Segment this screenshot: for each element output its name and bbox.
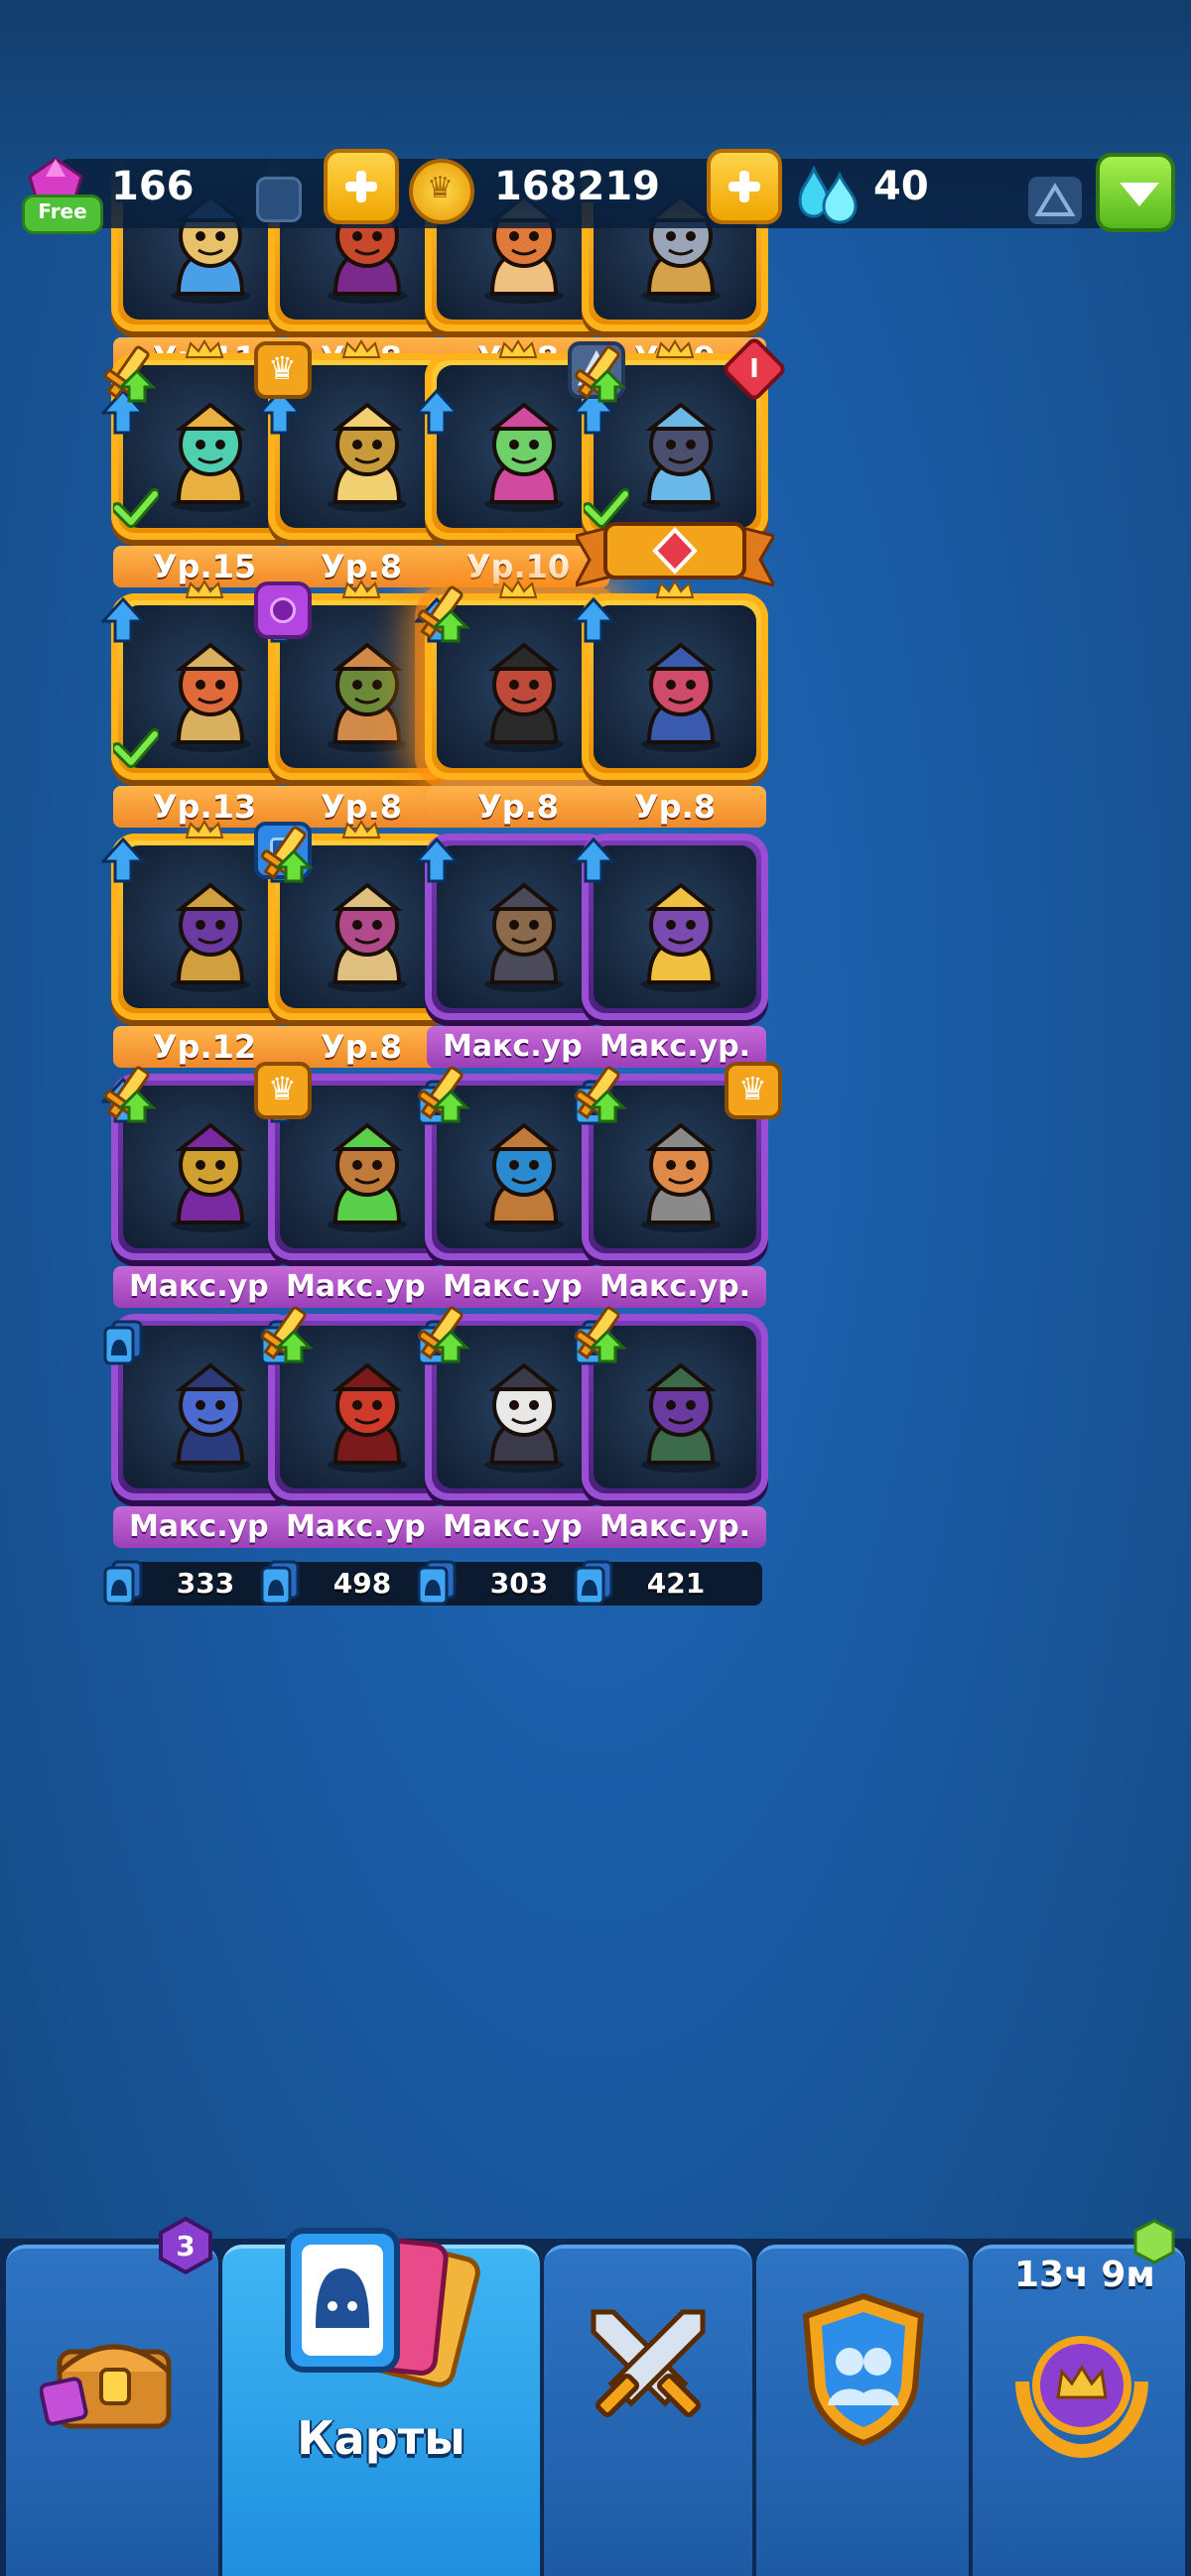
crown-icon (341, 580, 381, 598)
crystal-drops-icon (798, 165, 858, 224)
sword-upgrade-icon (104, 1066, 157, 1123)
sword-upgrade-icon (104, 345, 157, 403)
genie-icon (171, 402, 250, 512)
season-icon (1015, 2336, 1148, 2459)
crown-icon (341, 820, 381, 838)
frost-golem-icon (484, 1122, 564, 1232)
totem-icon (328, 1122, 407, 1232)
card-stack-icon (260, 1560, 300, 1606)
crown-badge-icon (254, 1062, 312, 1119)
add-gems-button[interactable] (324, 149, 399, 224)
drops-count: 40 (873, 164, 929, 209)
progress-text: 421 (646, 1567, 706, 1600)
crown-icon (341, 339, 381, 358)
card-stack-icon (103, 1560, 143, 1606)
sword-upgrade-icon (418, 1066, 470, 1123)
coins-count: 168219 (494, 164, 660, 209)
circle-badge-icon (254, 581, 312, 639)
gargoyle-icon (171, 1362, 250, 1473)
hero-card[interactable]: Макс.ур. 421 (574, 1306, 774, 1627)
upgrade-arrow-icon (415, 388, 459, 435)
crown-icon (498, 580, 538, 598)
upgrade-arrow-icon (572, 596, 615, 643)
sword-upgrade-icon (418, 1306, 470, 1363)
chest-icon (40, 2344, 172, 2429)
shaman-icon (328, 642, 407, 752)
witch-icon (171, 882, 250, 992)
crown-icon (498, 339, 538, 358)
chevron-down-icon (1120, 183, 1159, 206)
battle-icon (591, 2309, 706, 2418)
coin-icon (409, 159, 474, 224)
voodoo-icon (328, 882, 407, 992)
card-stack-icon (417, 1560, 457, 1606)
executioner-icon (328, 1362, 407, 1473)
card-stack-icon (103, 1320, 143, 1365)
skull-jester-icon (484, 1362, 564, 1473)
dropdown-button[interactable] (1096, 153, 1175, 232)
cards-grid: Ур.111/4 Ур.80/2 Ур.80/2 Ур.92/3 Ур.150/… (0, 0, 1191, 2253)
crown-badge-icon (254, 341, 312, 399)
crown-badge-icon (725, 1062, 782, 1119)
jester-star-icon (641, 642, 721, 752)
chest-notification-badge: 3 (159, 2217, 212, 2274)
upgrade-arrow-icon (101, 837, 145, 883)
plague-doctor-icon (641, 1362, 721, 1473)
crown-icon (655, 339, 695, 358)
upgrade-arrow-icon (415, 837, 459, 883)
free-badge[interactable]: Free (22, 194, 103, 234)
gem-slot-icon (256, 177, 302, 222)
engineer-icon (641, 402, 721, 512)
season-new-badge-icon (1133, 2219, 1175, 2264)
timekeeper-icon (328, 402, 407, 512)
sword-upgrade-icon (575, 1306, 627, 1363)
harlequin-icon (641, 882, 721, 992)
crown-icon (185, 580, 224, 598)
crown-icon (185, 820, 224, 838)
clockwork-icon (641, 1122, 721, 1232)
rank-badge-text: I (749, 354, 759, 384)
sorcerer-icon (171, 1122, 250, 1232)
clan-icon (802, 2292, 925, 2447)
card-level: Макс.ур. (584, 1506, 766, 1548)
check-icon (113, 728, 159, 768)
card-count: 421 (590, 1562, 762, 1606)
sword-upgrade-icon (575, 345, 627, 403)
pirate-icon (484, 642, 564, 752)
resource-bar: Free 166 168219 40 (0, 0, 1191, 234)
card-stack-icon (574, 1560, 613, 1606)
upgrade-arrow-icon (572, 837, 615, 883)
card-portrait-bg (594, 845, 756, 1008)
cards-tab-label: Карты (297, 2411, 465, 2465)
check-icon (113, 488, 159, 528)
add-coins-button[interactable] (707, 149, 782, 224)
card-level: Ур.8 (584, 786, 766, 828)
cannon-icon (484, 882, 564, 992)
crown-icon (185, 339, 224, 358)
dryad-icon (484, 402, 564, 512)
card-portrait-bg (594, 605, 756, 768)
check-icon (584, 488, 629, 528)
sword-upgrade-icon (575, 1066, 627, 1123)
legendary-ribbon (576, 522, 774, 587)
sword-upgrade-icon (261, 826, 314, 883)
triangle-slot-icon (1028, 177, 1082, 224)
cards-icon (285, 2228, 480, 2387)
sword-upgrade-icon (418, 585, 470, 643)
gems-count: 166 (111, 164, 195, 209)
svg-text:3: 3 (176, 2230, 195, 2262)
sword-upgrade-icon (261, 1306, 314, 1363)
upgrade-arrow-icon (101, 596, 145, 643)
monk-icon (171, 642, 250, 752)
